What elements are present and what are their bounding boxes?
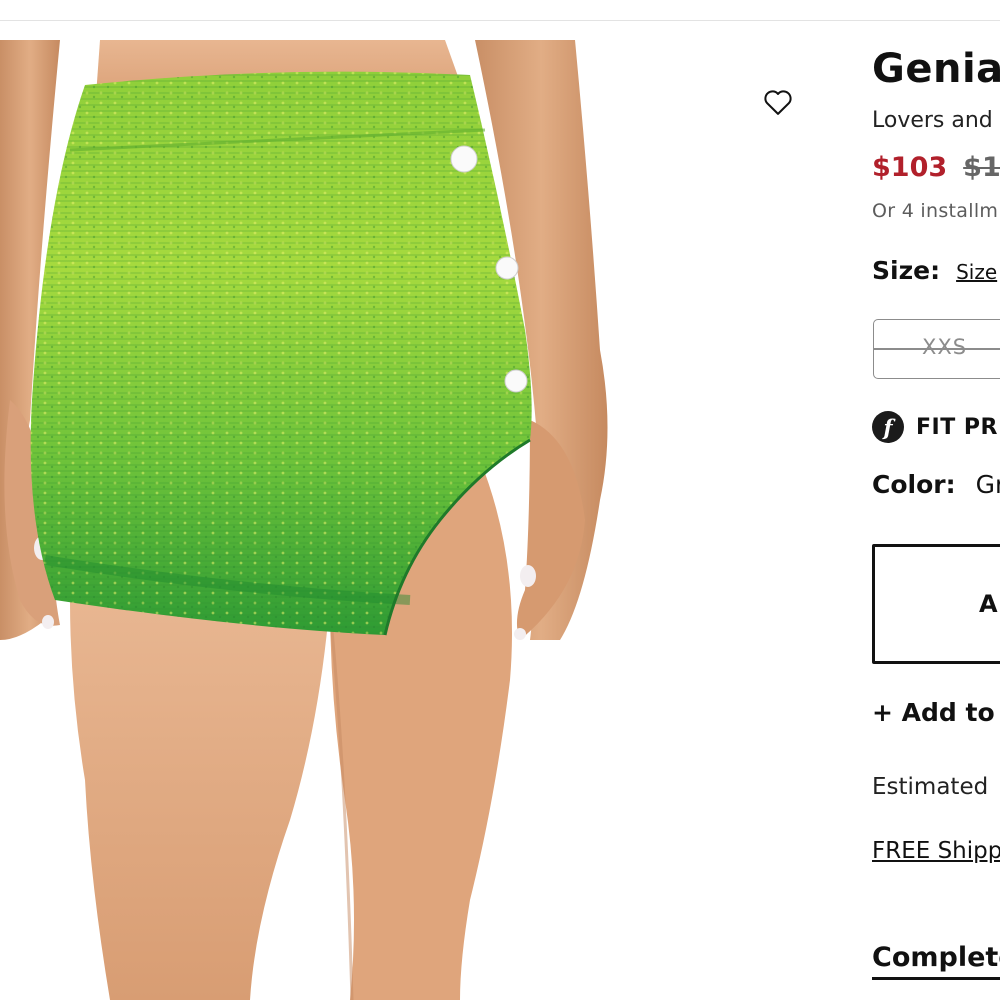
- installments-text: Or 4 installm: [872, 200, 999, 222]
- size-label: Size:: [872, 256, 941, 285]
- fit-predictor[interactable]: f FIT PRE: [872, 410, 1000, 444]
- brand-link[interactable]: Lovers and: [872, 108, 993, 133]
- add-to-bag-button[interactable]: A: [872, 544, 1000, 664]
- wishlist-heart-button[interactable]: [760, 84, 796, 120]
- estimated-delivery-text: Estimated: [872, 774, 989, 800]
- add-to-bag-label: A: [979, 590, 998, 618]
- color-row: Color: Gr: [872, 470, 1000, 499]
- fit-predictor-icon: f: [872, 411, 904, 443]
- fit-predictor-label: FIT PRE: [916, 414, 1000, 440]
- color-label: Color:: [872, 470, 956, 499]
- heart-outline-icon: [764, 90, 792, 115]
- complete-the-look-heading[interactable]: Complete: [872, 942, 1000, 980]
- size-row: Size: Size: [872, 256, 997, 285]
- sale-price: $103: [872, 152, 948, 183]
- product-title: Genia: [872, 46, 1000, 92]
- top-navigation-bar: [0, 0, 1000, 21]
- size-guide-link[interactable]: Size: [956, 260, 997, 284]
- price-row: $103 $15: [872, 152, 1000, 183]
- product-image[interactable]: [0, 40, 720, 1000]
- size-option-label: XXS: [922, 335, 968, 359]
- add-to-wishlist-link[interactable]: + Add to: [872, 698, 995, 727]
- free-shipping-link[interactable]: FREE Shipp: [872, 838, 1000, 864]
- size-option-xxs[interactable]: XXS: [873, 319, 1000, 379]
- product-info-panel: Genia Lovers and $103 $15 Or 4 installm S…: [872, 0, 1000, 1000]
- original-price: $15: [963, 152, 1000, 183]
- color-value: Gr: [975, 470, 1000, 499]
